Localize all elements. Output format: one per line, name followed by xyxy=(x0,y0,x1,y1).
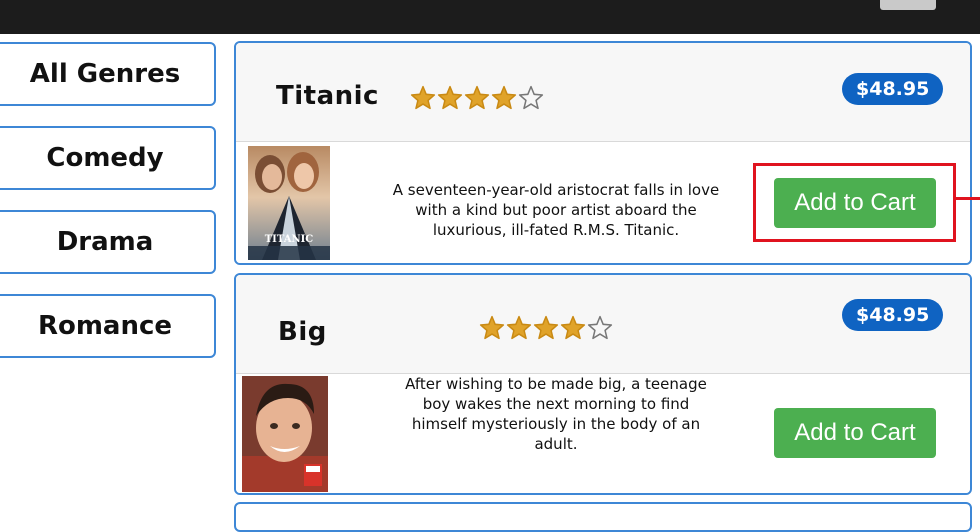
movie-description: After wishing to be made big, a teenage … xyxy=(405,375,707,453)
poster-title-text: TITANIC xyxy=(265,234,314,245)
add-to-cart-button[interactable]: Add to Cart xyxy=(774,408,936,458)
star-filled-icon xyxy=(437,85,463,110)
highlight-pointer xyxy=(956,197,980,200)
genre-romance[interactable]: Romance xyxy=(0,294,216,358)
genre-drama[interactable]: Drama xyxy=(0,210,216,274)
star-filled-icon xyxy=(506,315,532,340)
star-outline-icon xyxy=(518,85,544,110)
movie-card: Big $48.95 After wishing to be made big,… xyxy=(234,273,972,495)
big-poster-image xyxy=(242,376,328,492)
movie-title: Titanic xyxy=(276,81,379,111)
movie-title: Big xyxy=(278,317,327,347)
menu-button[interactable] xyxy=(880,0,936,10)
star-filled-icon xyxy=(533,315,559,340)
movie-card-header: Big $48.95 xyxy=(236,275,970,374)
genre-all-genres[interactable]: All Genres xyxy=(0,42,216,106)
movie-card-body: After wishing to be made big, a teenage … xyxy=(236,374,970,493)
star-rating xyxy=(410,85,544,111)
movie-poster xyxy=(242,376,328,492)
highlight-box xyxy=(753,163,956,242)
movie-description: A seventeen-year-old aristocrat falls in… xyxy=(392,181,720,239)
titanic-poster-image: TITANIC xyxy=(248,146,330,260)
price-badge: $48.95 xyxy=(842,299,944,331)
price-badge: $48.95 xyxy=(842,73,944,105)
star-filled-icon xyxy=(479,315,505,340)
top-bar xyxy=(0,0,980,34)
genre-comedy[interactable]: Comedy xyxy=(0,126,216,190)
movie-card-header: Titanic $48.95 xyxy=(236,43,970,142)
star-rating xyxy=(479,315,613,341)
star-filled-icon xyxy=(464,85,490,110)
movie-poster: TITANIC xyxy=(248,146,330,260)
star-outline-icon xyxy=(587,315,613,340)
star-filled-icon xyxy=(560,315,586,340)
movie-card-partial xyxy=(234,502,972,532)
star-filled-icon xyxy=(491,85,517,110)
star-filled-icon xyxy=(410,85,436,110)
